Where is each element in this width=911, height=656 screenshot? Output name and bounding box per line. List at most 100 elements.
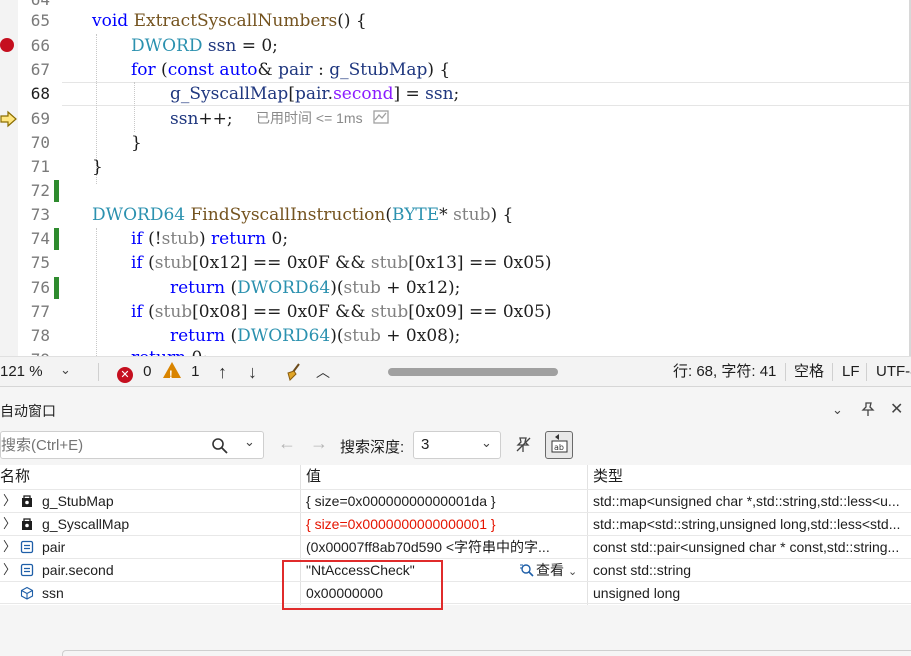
window-menu-chevron-icon[interactable]: ⌄	[832, 401, 843, 419]
whitespace-indicator[interactable]: 空格	[794, 362, 824, 382]
cursor-position[interactable]: 行: 68, 字符: 41	[673, 362, 776, 382]
line-number: 79	[20, 348, 50, 356]
chevron-down-icon: ⌄	[60, 362, 71, 377]
column-header-name[interactable]: 名称	[0, 465, 30, 489]
line-number: 65	[30, 11, 50, 30]
table-row[interactable]: 〉 pair.second "NtAccessCheck" 查看 ⌄ const …	[0, 558, 911, 581]
warnings-indicator[interactable]: ! 1	[163, 362, 200, 382]
perf-tip-label: 已用时间 <= 1ms	[256, 110, 363, 126]
line-number: 70	[30, 133, 50, 152]
expand-chevron-icon[interactable]: 〉	[3, 490, 16, 512]
field-cube-icon	[20, 586, 34, 600]
variable-type: std::map<std::string,unsigned long,std::…	[593, 516, 901, 532]
code-editor[interactable]: 64 65 66 67 68 69 70 71 72 73 74 75 76 7…	[0, 0, 911, 356]
errors-indicator[interactable]: ✕ 0	[117, 362, 152, 383]
code-line[interactable]: }	[131, 131, 142, 155]
search-depth-dropdown[interactable]: 3 ⌄	[413, 431, 501, 459]
search-forward-arrow-icon[interactable]: →	[310, 433, 328, 454]
view-as-text-toggle-icon[interactable]: ab	[545, 431, 573, 459]
search-options-chevron-icon[interactable]: ⌄	[244, 434, 255, 450]
encoding-indicator[interactable]: UTF-8	[876, 362, 911, 382]
code-line[interactable]: ssn++;	[170, 107, 233, 131]
zoom-level: 121 %	[0, 363, 43, 380]
perf-tip[interactable]: 已用时间 <= 1ms	[256, 108, 392, 128]
variable-name: pair.second	[42, 562, 114, 578]
chevron-up-icon[interactable]: ︿	[316, 362, 330, 382]
variable-value[interactable]: (0x00007ff8ab70d590 <字符串中的字...	[306, 536, 584, 558]
indent-guide	[96, 228, 97, 356]
code-cleanup-broom-icon[interactable]	[284, 362, 304, 382]
line-number: 77	[30, 302, 50, 321]
table-row[interactable]: 〉 pair (0x00007ff8ab70d590 <字符串中的字... co…	[0, 535, 911, 558]
line-number: 74	[30, 229, 50, 248]
code-line[interactable]: void ExtractSyscallNumbers() {	[92, 9, 367, 33]
svg-text:ab: ab	[554, 443, 564, 452]
expand-chevron-icon[interactable]: 〉	[3, 559, 16, 581]
expand-chevron-icon[interactable]: 〉	[3, 536, 16, 558]
code-line[interactable]: return 0;	[131, 346, 208, 356]
breakpoint-icon[interactable]	[0, 38, 14, 52]
variables-grid: 名称 值 类型 〉 g_StubMap { size=0x00000000000…	[0, 465, 911, 605]
code-line[interactable]: }	[92, 155, 103, 179]
variable-type: const std::string	[593, 562, 692, 578]
search-icon[interactable]	[211, 437, 229, 455]
divider	[866, 363, 867, 381]
line-number-current: 68	[30, 84, 50, 103]
variable-value[interactable]: { size=0x00000000000001da }	[306, 490, 584, 512]
table-row[interactable]: 〉 g_StubMap { size=0x00000000000001da } …	[0, 489, 911, 512]
line-number: 66	[30, 36, 50, 55]
diagnostic-tools-icon[interactable]	[372, 108, 392, 126]
column-header-value[interactable]: 值	[306, 465, 321, 489]
line-number: 67	[30, 60, 50, 79]
autos-toolbar: ⌄ ← → 搜索深度: 3 ⌄ ab	[0, 429, 911, 463]
line-ending-indicator[interactable]: LF	[842, 362, 860, 382]
variable-type: const std::pair<unsigned char * const,st…	[593, 539, 900, 555]
code-line[interactable]: if (!stub) return 0;	[131, 227, 288, 251]
search-depth-value: 3	[421, 436, 430, 453]
execution-pointer-icon	[0, 110, 17, 128]
code-line[interactable]: g_SyscallMap[pair.second] = ssn;	[170, 82, 459, 106]
pin-icon[interactable]	[860, 401, 876, 421]
variable-value-changed[interactable]: { size=0x0000000000000001 }	[306, 513, 584, 535]
local-variable-icon	[20, 540, 34, 554]
close-icon[interactable]: ✕	[890, 401, 903, 419]
warning-icon: !	[163, 362, 181, 381]
variable-name: pair	[42, 539, 66, 555]
code-line[interactable]: DWORD64 FindSyscallInstruction(BYTE* stu…	[92, 203, 513, 227]
code-line[interactable]: DWORD ssn = 0;	[131, 34, 278, 58]
variable-type: std::map<unsigned char *,std::string,std…	[593, 493, 900, 509]
variable-name: g_SyscallMap	[42, 516, 130, 532]
change-marker	[54, 180, 59, 202]
horizontal-scrollbar-thumb[interactable]	[388, 368, 558, 376]
table-row[interactable]: 〉 g_SyscallMap { size=0x0000000000000001…	[0, 512, 911, 535]
next-issue-arrow-icon[interactable]: ↓	[248, 362, 257, 382]
search-box[interactable]: ⌄	[0, 431, 264, 459]
line-number: 72	[30, 181, 50, 200]
line-number: 75	[30, 253, 50, 272]
search-input[interactable]	[1, 432, 201, 458]
indicator-margin[interactable]	[0, 0, 18, 356]
code-line[interactable]: return (DWORD64)(stub + 0x08);	[170, 324, 460, 348]
line-number: 71	[30, 157, 50, 176]
static-variable-icon	[22, 495, 32, 507]
divider	[832, 363, 833, 381]
error-icon: ✕	[117, 367, 133, 383]
pin-to-source-icon[interactable]	[514, 435, 534, 460]
code-line[interactable]: if (stub[0x08] == 0x0F && stub[0x09] == …	[131, 300, 552, 324]
visualizer-view-button[interactable]: 查看 ⌄	[520, 559, 586, 581]
code-line[interactable]: for (const auto& pair : g_StubMap) {	[131, 58, 450, 82]
static-variable-icon	[22, 518, 32, 530]
indent-guide	[134, 82, 135, 132]
expand-chevron-icon[interactable]: 〉	[3, 513, 16, 535]
previous-issue-arrow-icon[interactable]: ↑	[218, 362, 227, 382]
column-header-type[interactable]: 类型	[593, 465, 623, 489]
variable-type: unsigned long	[593, 585, 681, 601]
search-back-arrow-icon[interactable]: ←	[278, 433, 296, 454]
code-line[interactable]: if (stub[0x12] == 0x0F && stub[0x13] == …	[131, 251, 552, 275]
panel-bottom-edge	[62, 650, 911, 656]
line-number: 76	[30, 278, 50, 297]
local-variable-icon	[20, 563, 34, 577]
code-line[interactable]: return (DWORD64)(stub + 0x12);	[170, 276, 460, 300]
zoom-dropdown[interactable]: 121 % ⌄	[0, 362, 78, 382]
table-row[interactable]: ssn 0x00000000 unsigned long	[0, 581, 911, 604]
